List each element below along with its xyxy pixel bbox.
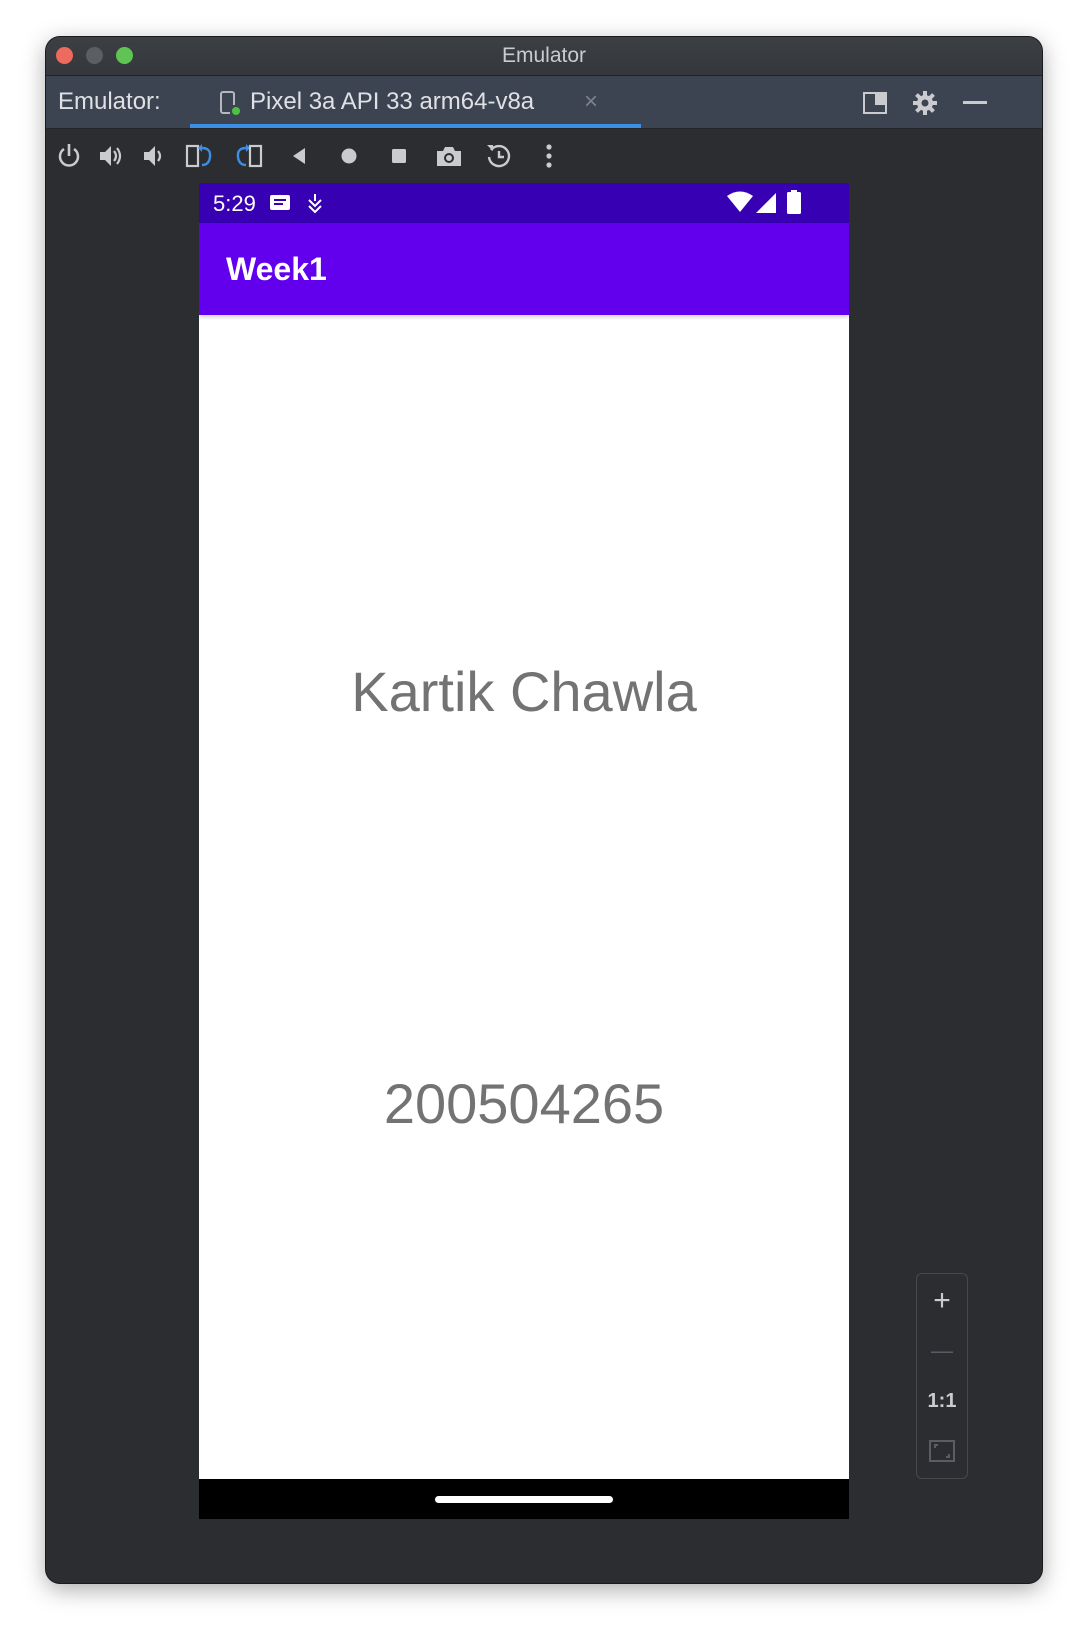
minimize-icon[interactable] [960,88,990,118]
battery-icon [787,190,801,219]
back-icon[interactable] [284,141,314,171]
more-icon[interactable] [534,141,564,171]
fit-screen-icon[interactable] [917,1426,967,1476]
actual-size-button[interactable]: 1:1 [917,1376,967,1426]
rotate-right-icon[interactable] [234,141,264,171]
tab-bar: Emulator: Pixel 3a API 33 arm64-v8a × [46,76,1042,129]
app-bar: Week1 [199,223,849,315]
emulator-label: Emulator: [58,88,161,115]
status-time: 5:29 [213,191,256,216]
zoom-in-button[interactable]: + [917,1276,967,1326]
volume-down-icon[interactable] [138,141,168,171]
camera-icon[interactable] [434,141,464,171]
tab-underline [190,124,641,128]
window-title: Emulator [501,44,587,67]
volume-up-icon[interactable] [96,141,126,171]
rotate-left-icon[interactable] [184,141,214,171]
tab-close-icon[interactable]: × [584,88,598,116]
zoom-out-button[interactable]: — [917,1326,967,1376]
device-screen[interactable]: 5:29 Week1 Kartik Chawla 200504265 [199,183,849,1519]
notification-download-icon [305,192,325,219]
wifi-icon [727,191,753,218]
notification-message-icon [269,192,291,219]
device-icon [216,89,244,117]
layout-icon[interactable] [860,88,890,118]
gear-icon[interactable] [910,88,940,118]
navigation-bar [199,1479,849,1519]
emulator-toolbar [46,129,1042,183]
home-gesture-handle[interactable] [435,1496,613,1503]
title-bar: Emulator [46,37,1042,76]
app-title: Week1 [226,251,327,287]
tab-device[interactable]: Pixel 3a API 33 arm64-v8a × [190,76,641,128]
power-icon[interactable] [54,141,84,171]
home-icon[interactable] [334,141,364,171]
tab-label: Pixel 3a API 33 arm64-v8a [250,88,535,115]
name-text: Kartik Chawla [351,660,697,723]
student-id-text: 200504265 [383,1072,665,1135]
status-bar: 5:29 [199,183,849,223]
overview-icon[interactable] [384,141,414,171]
signal-icon [755,192,777,219]
emulator-window: Emulator Emulator: Pixel 3a API 33 arm64… [46,37,1042,1583]
snapshot-icon[interactable] [484,141,514,171]
zoom-panel: + — 1:1 [916,1273,968,1479]
